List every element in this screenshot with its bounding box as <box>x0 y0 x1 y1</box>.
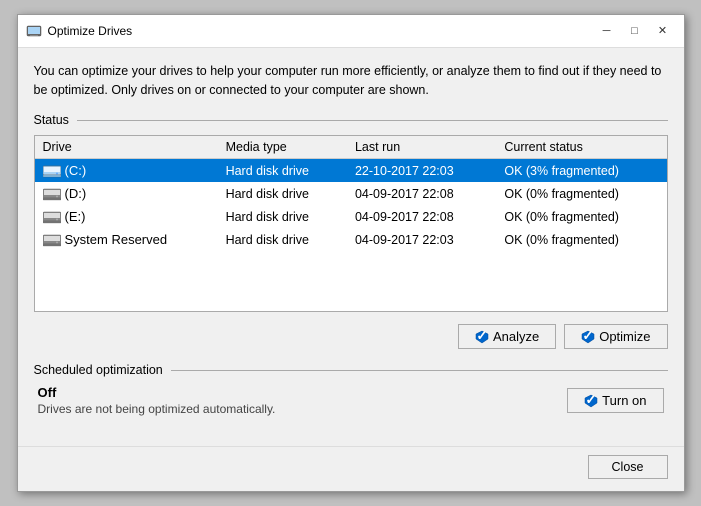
cell-last-run: 04-09-2017 22:03 <box>347 228 496 251</box>
scheduled-label: Scheduled optimization <box>34 363 163 377</box>
drive-icon <box>43 210 61 224</box>
cell-last-run: 04-09-2017 22:08 <box>347 205 496 228</box>
optimize-drives-window: Optimize Drives ─ □ ✕ You can optimize y… <box>17 14 685 493</box>
cell-media-type: Hard disk drive <box>218 228 347 251</box>
drive-icon <box>43 187 61 201</box>
scheduled-header: Scheduled optimization <box>34 363 668 377</box>
scheduled-status: Off <box>38 385 568 400</box>
description-text: You can optimize your drives to help you… <box>34 62 668 100</box>
table-row[interactable]: System Reserved Hard disk drive04-09-201… <box>35 228 667 251</box>
cell-last-run: 22-10-2017 22:03 <box>347 159 496 183</box>
table-row[interactable]: (E:) Hard disk drive04-09-2017 22:08OK (… <box>35 205 667 228</box>
cell-drive: System Reserved <box>35 228 218 251</box>
col-last-run: Last run <box>347 136 496 159</box>
optimize-label: Optimize <box>599 329 650 344</box>
shield-analyze-icon: ✓ <box>475 330 489 344</box>
drives-table-container: Drive Media type Last run Current status… <box>34 135 668 312</box>
svg-text:✓: ✓ <box>477 330 488 343</box>
shield-turnon-icon: ✓ <box>584 394 598 408</box>
drive-icon <box>43 233 61 247</box>
scheduled-left: Off Drives are not being optimized autom… <box>38 385 568 416</box>
cell-current-status: OK (0% fragmented) <box>496 228 666 251</box>
minimize-button[interactable]: ─ <box>594 21 620 41</box>
cell-current-status: OK (0% fragmented) <box>496 182 666 205</box>
svg-text:✓: ✓ <box>586 394 597 407</box>
optimize-button[interactable]: ✓ Optimize <box>564 324 667 349</box>
scheduled-divider <box>171 370 668 371</box>
drives-table: Drive Media type Last run Current status… <box>35 136 667 311</box>
close-button[interactable]: Close <box>588 455 668 479</box>
svg-text:✓: ✓ <box>583 330 594 343</box>
scheduled-row: Off Drives are not being optimized autom… <box>34 385 668 416</box>
analyze-label: Analyze <box>493 329 539 344</box>
cell-last-run: 04-09-2017 22:08 <box>347 182 496 205</box>
turn-on-label: Turn on <box>602 393 646 408</box>
table-header-row: Drive Media type Last run Current status <box>35 136 667 159</box>
close-window-button[interactable]: ✕ <box>650 21 676 41</box>
table-row[interactable]: (D:) Hard disk drive04-09-2017 22:08OK (… <box>35 182 667 205</box>
col-drive: Drive <box>35 136 218 159</box>
maximize-button[interactable]: □ <box>622 21 648 41</box>
cell-media-type: Hard disk drive <box>218 205 347 228</box>
cell-current-status: OK (0% fragmented) <box>496 205 666 228</box>
title-bar: Optimize Drives ─ □ ✕ <box>18 15 684 48</box>
table-row[interactable]: (C:) Hard disk drive22-10-2017 22:03OK (… <box>35 159 667 183</box>
status-divider <box>77 120 668 121</box>
status-label: Status <box>34 113 69 127</box>
cell-media-type: Hard disk drive <box>218 159 347 183</box>
cell-drive: (C:) <box>35 159 218 183</box>
table-body: (C:) Hard disk drive22-10-2017 22:03OK (… <box>35 159 667 252</box>
title-bar-controls: ─ □ ✕ <box>594 21 676 41</box>
col-current-status: Current status <box>496 136 666 159</box>
turn-on-button[interactable]: ✓ Turn on <box>567 388 663 413</box>
drive-icon <box>43 164 61 178</box>
main-content: You can optimize your drives to help you… <box>18 48 684 447</box>
window-icon <box>26 23 42 39</box>
scheduled-description: Drives are not being optimized automatic… <box>38 402 568 416</box>
scheduled-section: Scheduled optimization Off Drives are no… <box>34 363 668 416</box>
analyze-button[interactable]: ✓ Analyze <box>458 324 556 349</box>
footer: Close <box>18 446 684 491</box>
shield-optimize-icon: ✓ <box>581 330 595 344</box>
col-media-type: Media type <box>218 136 347 159</box>
cell-current-status: OK (3% fragmented) <box>496 159 666 183</box>
cell-drive: (E:) <box>35 205 218 228</box>
cell-drive: (D:) <box>35 182 218 205</box>
table-spacer-row <box>35 251 667 311</box>
status-header: Status <box>34 113 668 127</box>
cell-media-type: Hard disk drive <box>218 182 347 205</box>
window-title: Optimize Drives <box>48 24 133 38</box>
title-bar-left: Optimize Drives <box>26 23 133 39</box>
analyze-optimize-row: ✓ Analyze ✓ Optimize <box>34 324 668 349</box>
